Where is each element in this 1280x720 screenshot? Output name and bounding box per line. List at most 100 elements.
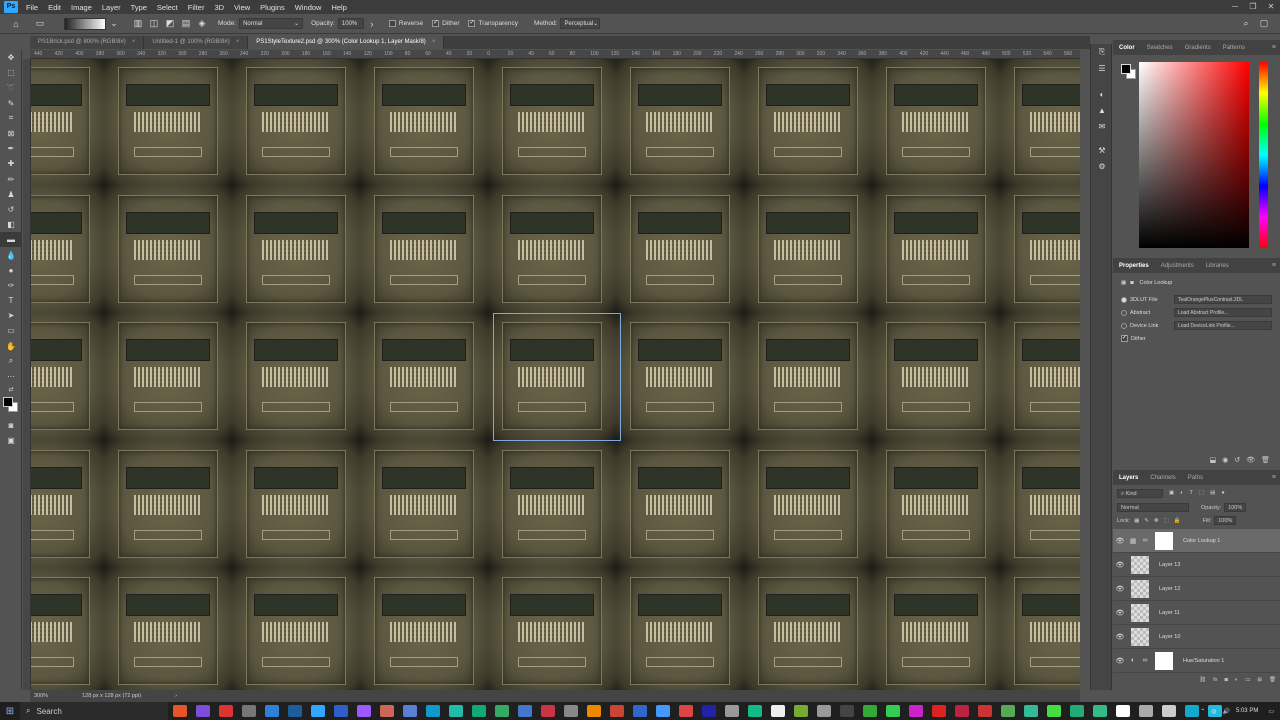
view-previous-icon[interactable]: ◉	[1222, 456, 1228, 464]
filter-adjustment-icon[interactable]: ◐	[1180, 490, 1183, 496]
taskbar-app-icon[interactable]	[172, 705, 187, 717]
minimize-button[interactable]: ─	[1226, 0, 1244, 14]
taskbar-app-icon[interactable]	[839, 705, 854, 717]
lut-file-select[interactable]: TealOrangePlusContrast.3DL	[1174, 295, 1272, 304]
history-icon[interactable]: ⎘	[1091, 44, 1113, 60]
radio-off-icon[interactable]	[1121, 309, 1127, 316]
taskbar-app-icon[interactable]	[931, 705, 946, 717]
layer-name[interactable]: Hue/Saturation 1	[1183, 658, 1224, 664]
linear-gradient-icon[interactable]: ▥	[132, 18, 144, 30]
trash-icon[interactable]: 🗑	[1261, 456, 1270, 464]
abstract-row[interactable]: Abstract Load Abstract Profile...	[1113, 306, 1280, 319]
blend-mode-select[interactable]: Normal	[1117, 503, 1189, 512]
clip-to-layer-icon[interactable]: ⬓	[1210, 456, 1217, 464]
taskbar-app-icon[interactable]	[517, 705, 532, 717]
panel-tab-paths[interactable]: Paths	[1182, 475, 1209, 481]
link-icon[interactable]: ∞	[1139, 537, 1151, 544]
restore-button[interactable]: ❐	[1244, 0, 1262, 14]
character-icon[interactable]: ▲	[1091, 102, 1113, 118]
menu-file[interactable]: File	[21, 3, 43, 12]
fx-icon[interactable]: fx	[1213, 677, 1217, 683]
chevron-down-icon[interactable]: ⌄	[108, 18, 120, 30]
healing-brush-tool-icon[interactable]: ✚	[0, 156, 22, 171]
panel-menu-icon[interactable]: ≡	[1272, 44, 1276, 51]
document-tab[interactable]: Untitled-1 @ 100% (RGB/8#) ×	[144, 36, 249, 49]
layer-mask-thumbnail[interactable]	[1155, 651, 1173, 670]
chevron-right-icon[interactable]: ›	[175, 693, 177, 699]
visibility-icon[interactable]: 👁	[1246, 456, 1255, 464]
clock[interactable]: 5:03 PM	[1236, 708, 1258, 714]
layer-row[interactable]: 👁 Layer 13	[1113, 553, 1280, 577]
hand-tool-icon[interactable]: ✋	[0, 339, 22, 354]
foreground-color-swatch[interactable]	[1121, 64, 1131, 74]
taskbar-app-icon[interactable]	[310, 705, 325, 717]
taskbar-app-icon[interactable]	[264, 705, 279, 717]
taskbar-app-icon[interactable]	[333, 705, 348, 717]
taskbar-app-icon[interactable]	[1023, 705, 1038, 717]
layer-row[interactable]: 👁 ▦ ∞ Color Lookup 1	[1113, 529, 1280, 553]
taskbar-app-icon[interactable]	[954, 705, 969, 717]
new-group-icon[interactable]: ▭	[1245, 677, 1250, 683]
reset-icon[interactable]: ↺	[1234, 456, 1240, 464]
workspace-icon[interactable]: ▢	[1258, 18, 1270, 30]
layer-name[interactable]: Layer 11	[1159, 610, 1180, 616]
lock-image-icon[interactable]: ✎	[1144, 518, 1149, 524]
taskbar-app-icon[interactable]	[1092, 705, 1107, 717]
device-link-row[interactable]: Device Link Load DeviceLink Profile...	[1113, 319, 1280, 332]
taskbar-app-icon[interactable]	[1184, 705, 1199, 717]
lock-all-icon[interactable]: 🔒	[1174, 518, 1181, 524]
panel-tab-color[interactable]: Color	[1113, 45, 1141, 51]
filter-pixel-icon[interactable]: ▣	[1169, 490, 1174, 496]
home-icon[interactable]: ⌂	[10, 18, 22, 30]
taskbar-app-icon[interactable]	[770, 705, 785, 717]
taskbar-app-icon[interactable]	[701, 705, 716, 717]
windows-start-icon[interactable]: ⊞	[0, 702, 20, 720]
swap-colors-icon[interactable]: ⇄	[0, 384, 22, 394]
filter-type-icon[interactable]: T	[1190, 490, 1193, 496]
adjust-icon[interactable]: ⚙	[1091, 158, 1113, 174]
marquee-tool-icon[interactable]: ⬚	[0, 65, 22, 80]
menu-plugins[interactable]: Plugins	[255, 3, 290, 12]
more-tools-icon[interactable]: ⋯	[0, 369, 22, 384]
gradient-tool-icon[interactable]: ▬	[0, 232, 22, 248]
menu-layer[interactable]: Layer	[97, 3, 126, 12]
dither-checkbox[interactable]: ✓ Dither	[432, 20, 459, 27]
taskbar-app-icon[interactable]	[218, 705, 233, 717]
menu-type[interactable]: Type	[126, 3, 152, 12]
method-select[interactable]: Perceptual ⌄	[560, 18, 601, 29]
taskbar-app-icon[interactable]	[632, 705, 647, 717]
taskbar-app-icon[interactable]	[448, 705, 463, 717]
radial-gradient-icon[interactable]: ◫	[148, 18, 160, 30]
taskbar-app-icon[interactable]	[195, 705, 210, 717]
pen-tool-icon[interactable]: ✑	[0, 278, 22, 293]
volume-icon[interactable]: 🔊	[1222, 708, 1229, 715]
tool-preset-icon[interactable]: ▭	[34, 18, 46, 30]
taskbar-app-icon[interactable]	[724, 705, 739, 717]
angle-gradient-icon[interactable]: ◩	[164, 18, 176, 30]
close-icon[interactable]: ×	[236, 39, 240, 45]
layer-name[interactable]: Color Lookup 1	[1183, 538, 1220, 544]
layer-thumbnail[interactable]	[1131, 627, 1149, 646]
taskbar-app-icon[interactable]	[747, 705, 762, 717]
taskbar-app-icon[interactable]	[402, 705, 417, 717]
panel-menu-icon[interactable]: ≡	[1272, 262, 1276, 269]
panel-menu-icon[interactable]: ≡	[1272, 474, 1276, 481]
taskbar-app-icon[interactable]	[425, 705, 440, 717]
new-layer-icon[interactable]: ⊞	[1257, 677, 1262, 683]
eye-icon[interactable]: 👁	[1113, 657, 1127, 665]
menu-image[interactable]: Image	[66, 3, 97, 12]
taskbar-app-icon[interactable]	[609, 705, 624, 717]
shape-tool-icon[interactable]: ▭	[0, 323, 22, 338]
layer-name[interactable]: Layer 12	[1159, 586, 1180, 592]
layer-thumbnail[interactable]	[1131, 603, 1149, 622]
dither-row[interactable]: ✓ Dither	[1113, 332, 1280, 345]
taskbar-app-icon[interactable]	[678, 705, 693, 717]
color-swatches[interactable]	[3, 397, 19, 413]
network-icon[interactable]: ◍	[1211, 708, 1216, 715]
layer-mask-thumbnail[interactable]	[1155, 531, 1173, 550]
taskbar-app-icon[interactable]	[1115, 705, 1130, 717]
document-tab[interactable]: PS1StyleTexture2.psd @ 300% (Color Looku…	[248, 36, 445, 49]
radio-off-icon[interactable]	[1121, 322, 1127, 329]
taskbar-app-icon[interactable]	[862, 705, 877, 717]
layer-thumbnail[interactable]	[1131, 579, 1149, 598]
